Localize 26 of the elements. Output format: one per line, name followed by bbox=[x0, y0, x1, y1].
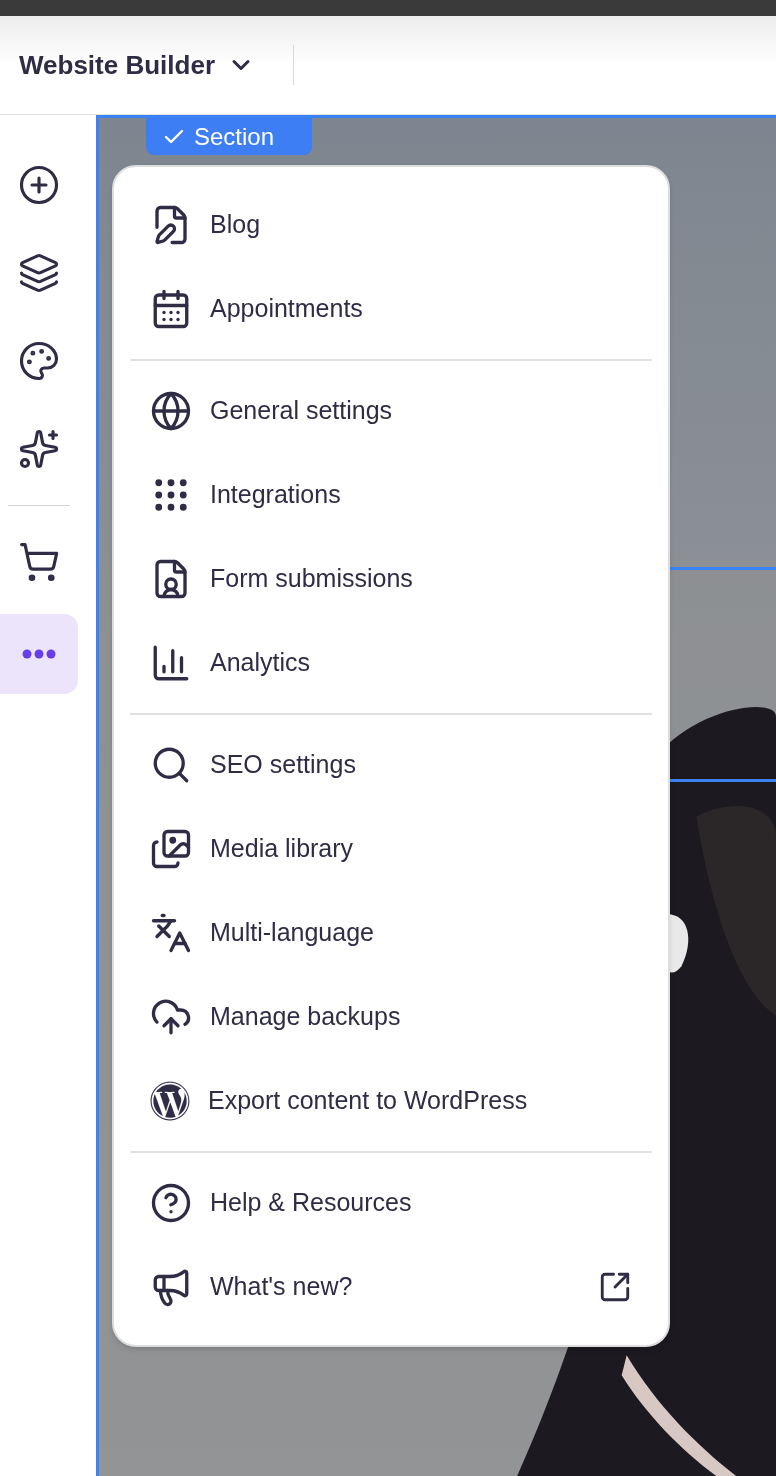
menu-item[interactable]: Analytics bbox=[130, 621, 652, 705]
add-icon bbox=[18, 164, 60, 206]
menu-item[interactable]: Multi-language bbox=[130, 891, 652, 975]
menu-item[interactable]: What's new? bbox=[130, 1245, 652, 1329]
help-icon bbox=[150, 1182, 192, 1224]
section-badge[interactable]: Section bbox=[146, 118, 312, 155]
menu-item[interactable]: SEO settings bbox=[130, 723, 652, 807]
section-label: Section bbox=[194, 122, 275, 151]
translate-icon bbox=[150, 912, 192, 954]
menu-item[interactable]: General settings bbox=[130, 369, 652, 453]
menu-item[interactable]: Blog bbox=[130, 183, 652, 267]
menu-item[interactable]: Media library bbox=[130, 807, 652, 891]
cart-icon bbox=[18, 541, 60, 583]
w-logo-icon bbox=[150, 1081, 190, 1121]
layers-icon bbox=[18, 252, 60, 294]
palette-icon bbox=[18, 340, 60, 382]
globe-icon bbox=[150, 390, 192, 432]
more-icon bbox=[22, 649, 56, 659]
sparkles-icon bbox=[18, 428, 60, 470]
menu-item[interactable]: Form submissions bbox=[130, 537, 652, 621]
menu-item[interactable]: Integrations bbox=[130, 453, 652, 537]
menu-item[interactable]: Appointments bbox=[130, 267, 652, 351]
menu-item[interactable]: Export content to WordPress bbox=[130, 1059, 652, 1143]
images-icon bbox=[150, 828, 192, 870]
menu-item[interactable]: Manage backups bbox=[130, 975, 652, 1059]
menu-item[interactable]: Help & Resources bbox=[130, 1161, 652, 1245]
